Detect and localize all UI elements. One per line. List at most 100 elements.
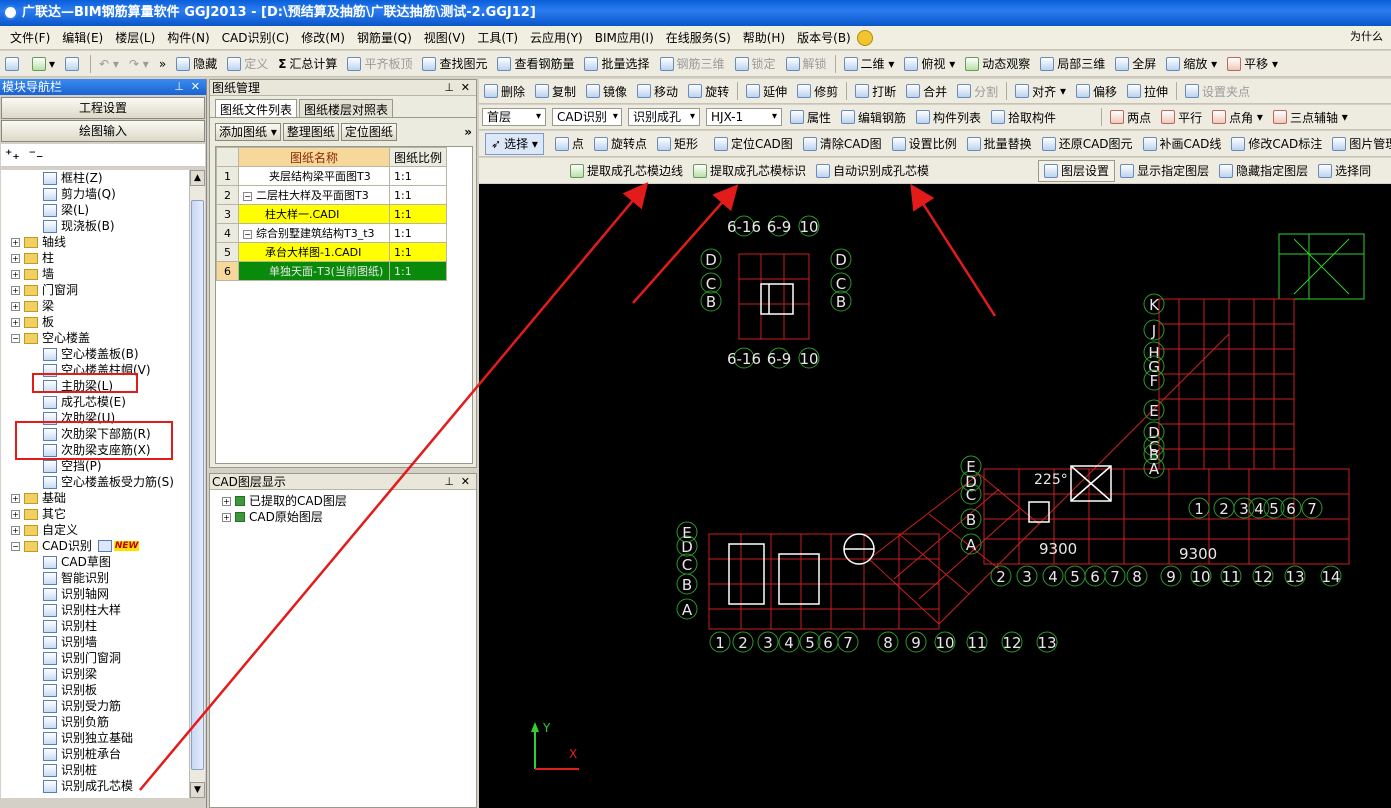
define-button[interactable]: 定义 [222, 53, 273, 75]
drawing-row[interactable]: 6 单独天面-T3(当前图纸) 1:1 [216, 261, 448, 281]
more-button[interactable]: » [154, 53, 171, 75]
close-icon[interactable]: ✕ [461, 80, 470, 96]
menu-floor[interactable]: 楼层(L) [109, 29, 161, 46]
pin-icon[interactable]: ⊥ [444, 80, 454, 96]
sum-calc-button[interactable]: Σ 汇总计算 [273, 53, 342, 75]
more-icon[interactable]: » [464, 125, 472, 139]
draw-input-button[interactable]: 绘图输入 [1, 120, 205, 142]
copy-button[interactable]: 复制 [530, 80, 581, 102]
nav-tree-item[interactable]: 识别桩 [1, 762, 189, 778]
layer-extracted[interactable]: + 已提取的CAD图层 [222, 493, 476, 509]
view-rebar-button[interactable]: 查看钢筋量 [492, 53, 579, 75]
find-element-button[interactable]: 查找图元 [417, 53, 492, 75]
menu-component[interactable]: 构件(N) [161, 29, 215, 46]
expand-icon[interactable]: + [11, 525, 20, 535]
collapse-icon[interactable]: − [243, 230, 252, 239]
nav-folder[interactable]: + 自定义 [1, 522, 189, 538]
trim-button[interactable]: 修剪 [792, 80, 843, 102]
batch-replace-button[interactable]: 批量替换 [962, 133, 1037, 155]
nav-tree-item[interactable]: 识别桩承台 [1, 746, 189, 762]
two-point-button[interactable]: 两点 [1105, 106, 1156, 128]
show-layer-button[interactable]: 显示指定图层 [1115, 160, 1214, 182]
menu-modify[interactable]: 修改(M) [295, 29, 351, 46]
point-angle-button[interactable]: 点角 ▾ [1207, 106, 1268, 128]
undo-button[interactable]: ↶ ▾ [94, 53, 124, 75]
three-point-axis-button[interactable]: 三点辅轴 ▾ [1268, 106, 1353, 128]
layer-original[interactable]: + CAD原始图层 [222, 509, 476, 525]
scroll-down-icon[interactable]: ▼ [190, 782, 205, 798]
properties-button[interactable]: 属性 [785, 106, 836, 128]
stretch-button[interactable]: 拉伸 [1122, 80, 1173, 102]
set-grip-button[interactable]: 设置夹点 [1180, 80, 1255, 102]
nav-tree-item[interactable]: 空心楼盖板受力筋(S) [1, 474, 189, 490]
nav-folder[interactable]: + 梁 [1, 298, 189, 314]
nav-folder[interactable]: − CAD识别 NEW [1, 538, 189, 554]
close-icon[interactable]: ✕ [461, 474, 470, 490]
move-button[interactable]: 移动 [632, 80, 683, 102]
organize-drawing-button[interactable]: 整理图纸 [282, 123, 339, 141]
nav-folder[interactable]: + 门窗洞 [1, 282, 189, 298]
menu-rebar[interactable]: 钢筋量(Q) [351, 29, 418, 46]
expand-icon[interactable]: + [11, 285, 20, 295]
clear-cad-button[interactable]: 清除CAD图 [798, 133, 887, 155]
collapse-all-icon[interactable]: ⁻₋ [29, 147, 44, 163]
nav-tree-item[interactable]: 识别成孔芯模 [1, 778, 189, 794]
pin-icon[interactable]: ⊥ [174, 79, 184, 95]
expand-icon[interactable]: + [11, 253, 20, 263]
rotate-point-button[interactable]: 旋转点 [589, 133, 652, 155]
lock-button[interactable]: 锁定 [730, 53, 781, 75]
add-drawing-button[interactable]: 添加图纸 ▾ [215, 123, 281, 141]
nav-tree-item[interactable]: 框柱(Z) [1, 170, 189, 186]
save-button[interactable] [60, 53, 87, 75]
nav-tree-item[interactable]: 智能识别 [1, 570, 189, 586]
delete-button[interactable]: 删除 [479, 80, 530, 102]
extract-edge-button[interactable]: 提取成孔芯模边线 [565, 160, 688, 182]
nav-tree-item[interactable]: 识别柱大样 [1, 602, 189, 618]
scroll-thumb[interactable] [191, 200, 204, 770]
nav-tree-item[interactable]: 空心楼盖板(B) [1, 346, 189, 362]
unlock-button[interactable]: 解锁 [781, 53, 832, 75]
layer-checkbox-icon[interactable] [235, 512, 245, 522]
nav-tree-item[interactable]: 现浇板(B) [1, 218, 189, 234]
nav-folder[interactable]: + 基础 [1, 490, 189, 506]
hide-button[interactable]: 隐藏 [171, 53, 222, 75]
nav-tree-item[interactable]: 识别独立基础 [1, 730, 189, 746]
col-header-name[interactable]: 图纸名称 [238, 147, 390, 167]
rect-button[interactable]: 矩形 [652, 133, 703, 155]
expand-icon[interactable]: + [11, 509, 20, 519]
smiley-icon[interactable] [856, 29, 873, 46]
menu-version[interactable]: 版本号(B) [791, 29, 857, 46]
collapse-icon[interactable]: − [243, 192, 252, 201]
collapse-icon[interactable]: − [11, 333, 20, 343]
nav-folder[interactable]: + 板 [1, 314, 189, 330]
menu-edit[interactable]: 编辑(E) [56, 29, 109, 46]
nav-folder[interactable]: + 其它 [1, 506, 189, 522]
nav-tree-item[interactable]: 识别板 [1, 682, 189, 698]
component-select[interactable]: HJX-1 [706, 108, 782, 126]
drawing-row[interactable]: 4− 综合别墅建筑结构T3_t3 1:1 [216, 223, 448, 243]
redo-button[interactable]: ↷ ▾ [124, 53, 154, 75]
nav-tree-item[interactable]: CAD草图 [1, 554, 189, 570]
menu-cad[interactable]: CAD识别(C) [216, 29, 296, 46]
nav-tree-item[interactable]: 识别门窗洞 [1, 650, 189, 666]
drawing-row[interactable]: 5 承台大样图-1.CADI 1:1 [216, 242, 448, 262]
menu-online[interactable]: 在线服务(S) [660, 29, 737, 46]
layer-settings-button[interactable]: 图层设置 [1038, 159, 1116, 182]
menu-help[interactable]: 帮助(H) [737, 29, 791, 46]
top-view-button[interactable]: 俯视 ▾ [899, 53, 960, 75]
modify-cad-label-button[interactable]: 修改CAD标注 [1226, 133, 1327, 155]
expand-icon[interactable]: + [11, 237, 20, 247]
nav-tree-item[interactable]: 识别负筋 [1, 714, 189, 730]
flat-slab-button[interactable]: 平齐板顶 [342, 53, 417, 75]
tab-file-list[interactable]: 图纸文件列表 [215, 99, 298, 117]
menu-bim[interactable]: BIM应用(I) [589, 29, 660, 46]
expand-icon[interactable]: + [11, 301, 20, 311]
collapse-icon[interactable]: − [11, 541, 20, 551]
edit-rebar-button[interactable]: 编辑钢筋 [836, 106, 911, 128]
expand-icon[interactable]: + [11, 269, 20, 279]
menu-view[interactable]: 视图(V) [418, 29, 472, 46]
expand-all-icon[interactable]: ⁺₊ [5, 147, 20, 163]
layer-checkbox-icon[interactable] [235, 496, 245, 506]
point-button[interactable]: 点 [550, 133, 589, 155]
tab-floor-map[interactable]: 图纸楼层对照表 [299, 99, 394, 117]
